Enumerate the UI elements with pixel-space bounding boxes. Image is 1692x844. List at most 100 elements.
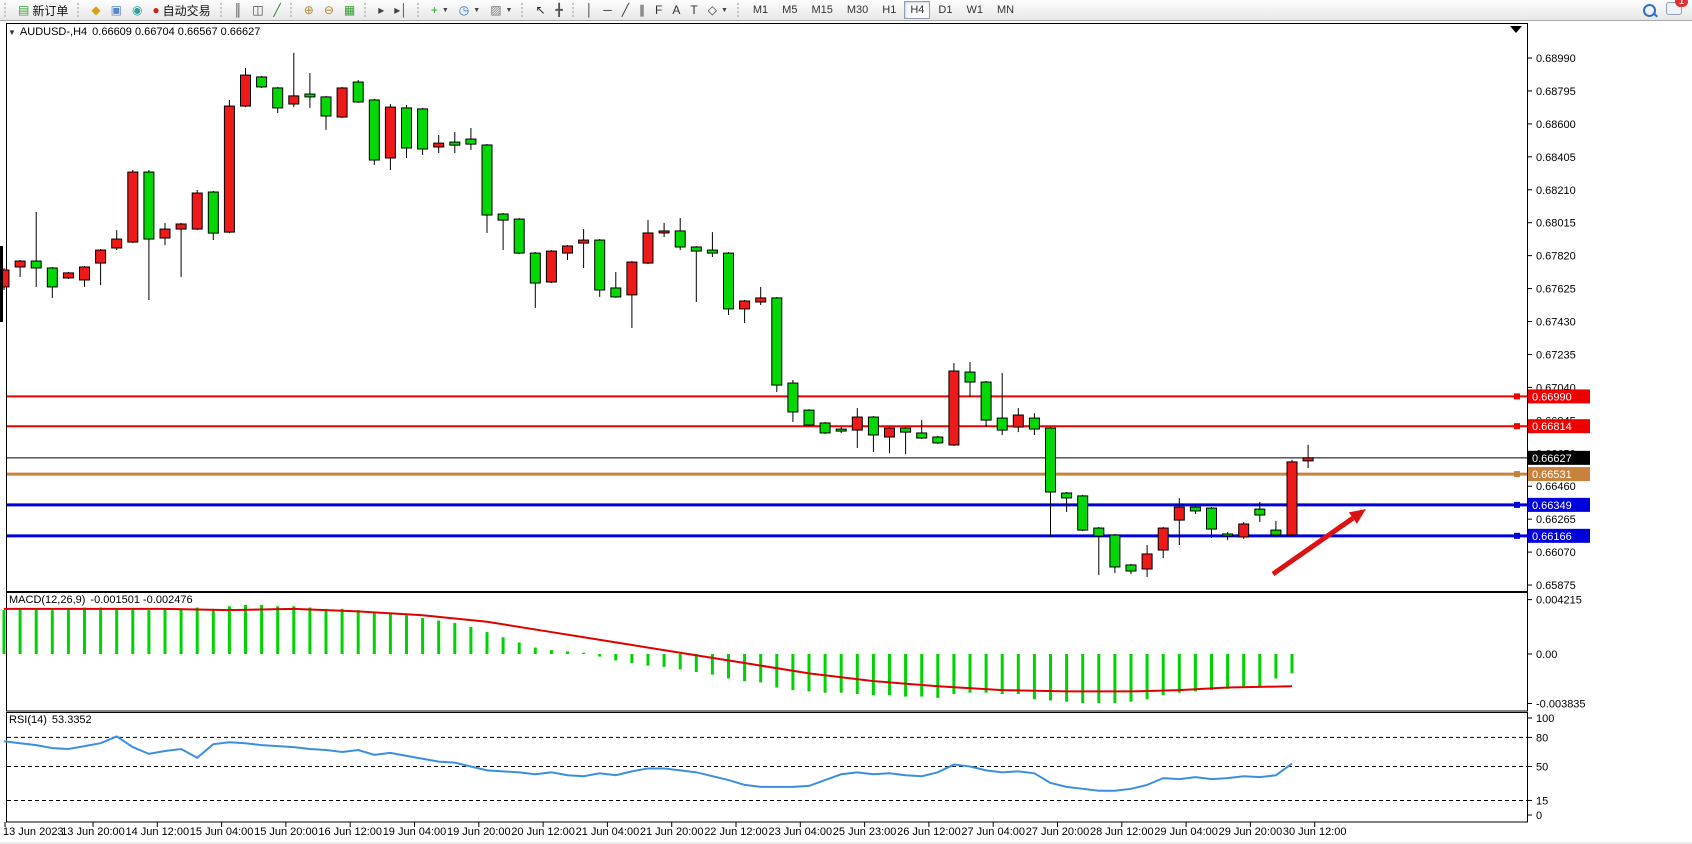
hline-handle[interactable] <box>1514 471 1520 477</box>
time-tick-label: 13 Jun 2023 <box>3 826 64 838</box>
timeframe-button-m5[interactable]: M5 <box>776 1 803 19</box>
candle-body-bear <box>901 428 911 432</box>
text-button[interactable]: A <box>667 1 685 20</box>
text-icon: A <box>672 2 680 18</box>
candle-body-bear <box>611 288 621 297</box>
channel-button[interactable]: ∥ <box>634 1 650 20</box>
fibonacci-button[interactable]: F <box>650 1 667 20</box>
bar-chart-button[interactable]: ║ <box>229 1 248 20</box>
timeframe-button-h4[interactable]: H4 <box>904 1 930 19</box>
time-tick-label: 21 Jun 20:00 <box>640 826 704 838</box>
channel-icon: ∥ <box>639 2 645 18</box>
signals-button[interactable]: ◉ <box>127 1 147 20</box>
data-window-button[interactable]: ▣ <box>106 1 127 20</box>
candle-body-bull <box>949 371 959 445</box>
candle-body-bull <box>563 246 573 253</box>
auto-scroll-button[interactable]: ▸ <box>373 1 389 20</box>
hline-handle[interactable] <box>1514 393 1520 399</box>
tile-windows-button[interactable]: ▦ <box>339 1 360 20</box>
candle-body-bull <box>740 301 750 309</box>
collapse-icon[interactable]: ▼ <box>8 28 16 37</box>
zoom-in-icon: ⊕ <box>304 2 314 18</box>
timeframe-button-m1[interactable]: M1 <box>747 1 774 19</box>
time-tick-label: 13 Jun 20:00 <box>61 826 125 838</box>
crosshair-button[interactable]: ╋ <box>551 1 568 20</box>
label-button[interactable]: T <box>685 1 702 20</box>
price-tick-label: 0.67430 <box>1536 317 1576 329</box>
candle-body-bull <box>1303 458 1313 461</box>
candle-body-bear <box>353 82 363 102</box>
candle-body-bear <box>1126 565 1136 571</box>
candle-body-bull <box>15 261 25 267</box>
candle-body-bull <box>643 233 653 263</box>
macd-tick-label: 0.004215 <box>1536 595 1582 607</box>
line-chart-button[interactable]: ╱ <box>269 1 286 20</box>
marketwatch-button[interactable]: ◆ <box>86 1 105 20</box>
candle-body-bull <box>63 273 73 278</box>
candle-body-bear <box>1062 493 1072 498</box>
cursor-icon: ↖ <box>535 2 545 18</box>
rsi-value: 53.3352 <box>52 714 92 726</box>
trendline-button[interactable]: ╱ <box>617 1 634 20</box>
new-chart-button[interactable]: +▼ <box>426 1 454 20</box>
candle-body-bear <box>933 437 943 443</box>
candle-body-bear <box>1094 528 1104 536</box>
zoom-in-button[interactable]: ⊕ <box>299 1 319 20</box>
candle-body-bear <box>305 94 315 97</box>
vline-button[interactable]: │ <box>581 1 599 20</box>
candle-body-bear <box>47 268 57 287</box>
search-icon[interactable] <box>1643 4 1656 17</box>
notification-badge: 1 <box>1675 0 1688 7</box>
candle-body-bull <box>385 107 395 158</box>
signals-icon: ◉ <box>132 2 142 18</box>
timeframe-button-m15[interactable]: M15 <box>805 1 838 19</box>
toolbar-separator <box>4 3 9 17</box>
chart-shift-icon: ▸│ <box>394 2 408 18</box>
candle-body-bear <box>724 253 734 309</box>
hline-handle[interactable] <box>1514 423 1520 429</box>
hline-handle[interactable] <box>1514 533 1520 539</box>
shapes-button[interactable]: ◇▼ <box>703 1 733 20</box>
period-button[interactable]: ◷▼ <box>454 1 485 20</box>
candle-body-bull <box>1287 462 1297 535</box>
candle-body-bear <box>772 298 782 385</box>
rsi-tick-label: 80 <box>1536 732 1548 744</box>
candle-body-bull <box>1239 524 1249 537</box>
candle-body-bull <box>756 298 766 302</box>
candle-body-bear <box>208 192 218 233</box>
timeframe-button-d1[interactable]: D1 <box>932 1 958 19</box>
hline-icon: ─ <box>603 2 612 18</box>
candle-chart-icon: ◫ <box>252 2 263 18</box>
cursor-button[interactable]: ↖ <box>530 1 550 20</box>
template-button[interactable]: ▨▼ <box>485 1 517 20</box>
zoom-out-button[interactable]: ⊖ <box>319 1 339 20</box>
autotrade-button[interactable]: ●自动交易 <box>147 1 215 20</box>
macd-name: MACD(12,26,9) <box>9 594 85 606</box>
candle-chart-button[interactable]: ◫ <box>247 1 268 20</box>
candle-body-bull <box>112 239 122 248</box>
hline-button[interactable]: ─ <box>598 1 617 20</box>
timeframe-button-h1[interactable]: H1 <box>876 1 902 19</box>
chevron-down-icon: ▼ <box>473 7 480 14</box>
hline-handle[interactable] <box>1514 502 1520 508</box>
timeframe-button-w1[interactable]: W1 <box>960 1 989 19</box>
new-order-button[interactable]: ▤新订单 <box>13 1 73 20</box>
price-tick-label: 0.68210 <box>1536 185 1576 197</box>
candle-body-bear <box>530 253 540 283</box>
chart-plot[interactable]: 0.689900.687950.686000.684050.682100.680… <box>0 0 1692 844</box>
candle-body-bull <box>434 143 444 147</box>
candle-body-bear <box>466 139 476 144</box>
timeframe-button-m30[interactable]: M30 <box>841 1 874 19</box>
time-tick-label: 22 Jun 12:00 <box>704 826 768 838</box>
new-order-button-label: 新订单 <box>32 2 68 19</box>
price-badge-label: 0.66349 <box>1532 500 1572 512</box>
price-tick-label: 0.68990 <box>1536 53 1576 65</box>
macd-values: -0.001501 -0.002476 <box>90 594 192 606</box>
chart-shift-button[interactable]: ▸│ <box>389 1 413 20</box>
timeframe-button-mn[interactable]: MN <box>991 1 1020 19</box>
time-tick-label: 25 Jun 23:00 <box>833 826 897 838</box>
candle-body-bull <box>546 251 556 282</box>
candle-body-bear <box>514 219 524 253</box>
chat-button[interactable]: 1 <box>1666 2 1682 18</box>
price-badge-label: 0.66990 <box>1532 391 1572 403</box>
